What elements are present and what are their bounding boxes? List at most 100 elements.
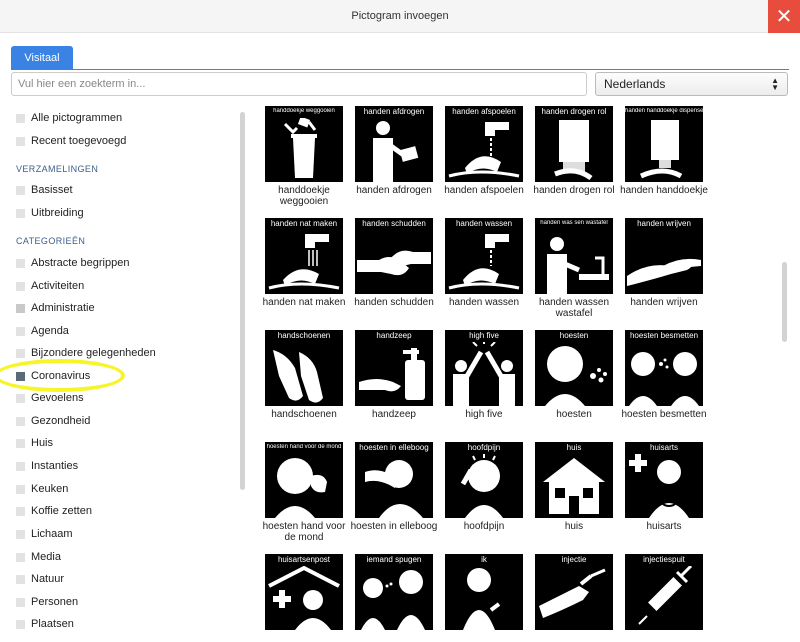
pictogram-item[interactable]: huisarts huisarts: [622, 442, 712, 532]
cough-elbow-icon: hoesten in elleboog: [355, 442, 433, 518]
sidebar-item-lichaam[interactable]: Lichaam: [16, 524, 73, 544]
sidebar-item-huis[interactable]: Huis: [16, 433, 53, 453]
sidebar-item-media[interactable]: Media: [16, 547, 61, 567]
spitting-icon: iemand spugen: [355, 554, 433, 630]
sidebar-item-gevoelens[interactable]: Gevoelens: [16, 388, 84, 408]
close-icon: ✕: [775, 5, 793, 28]
towel-dispenser-icon: handen handdoekje dispenser: [625, 106, 703, 182]
wetting-hands-icon: handen nat maken: [265, 218, 343, 294]
sidebar-item-agenda[interactable]: Agenda: [16, 321, 69, 341]
pictogram-item[interactable]: handen handdoekje dispenser handen handd…: [620, 106, 712, 196]
checkbox-icon: [16, 574, 25, 584]
close-button[interactable]: ✕: [768, 0, 800, 33]
checkbox-icon: [16, 529, 25, 539]
coughing-icon: hoesten: [535, 330, 613, 406]
sidebar-item-administratie[interactable]: Administratie: [16, 298, 95, 318]
pictogram-item[interactable]: high five high five: [442, 330, 532, 420]
pictogram-item[interactable]: handen drogen rol handen drogen rol: [532, 106, 622, 196]
pictogram-item[interactable]: injectie: [532, 554, 622, 633]
pictogram-item[interactable]: handen wassen handen wassen: [442, 218, 532, 308]
checkbox-icon: [16, 597, 25, 607]
syringe-icon: injectiespuit: [625, 554, 703, 630]
pictogram-item[interactable]: handschoenen handschoenen: [262, 330, 352, 420]
sidebar-item-activiteiten[interactable]: Activiteiten: [16, 276, 84, 296]
checkbox-icon: [16, 416, 25, 426]
sidebar-item-keuken[interactable]: Keuken: [16, 479, 68, 499]
pictogram-item[interactable]: handen wrijven handen wrijven: [622, 218, 712, 308]
checkbox-icon: [16, 303, 25, 313]
pictogram-item[interactable]: handdoekje weggooien handdoekje weggooie…: [262, 106, 352, 207]
pictogram-item[interactable]: hoesten hand voor de mond hoesten hand v…: [262, 442, 352, 543]
sidebar-item-recent-toegevoegd[interactable]: Recent toegevoegd: [16, 131, 126, 151]
sidebar-item-gezondheid[interactable]: Gezondheid: [16, 411, 90, 431]
drying-hands-icon: handen afdrogen: [355, 106, 433, 182]
pictogram-item[interactable]: handen schudden handen schudden: [352, 218, 442, 308]
washing-hands-icon: handen wassen: [445, 218, 523, 294]
doctor-icon: huisarts: [625, 442, 703, 518]
pictogram-item[interactable]: huis huis: [532, 442, 622, 532]
pictogram-item[interactable]: ik: [442, 554, 532, 633]
injection-icon: injectie: [535, 554, 613, 630]
pictogram-item[interactable]: handen nat maken handen nat maken: [262, 218, 352, 308]
sidebar-item-plaatsen[interactable]: Plaatsen: [16, 614, 74, 634]
pictogram-item[interactable]: hoofdpijn hoofdpijn: [442, 442, 532, 532]
checkbox-icon: [16, 348, 25, 358]
title-bar: Pictogram invoegen ✕: [0, 0, 800, 33]
sidebar-item-koffie-zetten[interactable]: Koffie zetten: [16, 501, 92, 521]
tab-visitaal[interactable]: Visitaal: [11, 46, 73, 70]
checkbox-icon: [16, 258, 25, 268]
pictogram-item[interactable]: hoesten hoesten: [532, 330, 622, 420]
sidebar-item-basisset[interactable]: Basisset: [16, 180, 73, 200]
pictogram-item[interactable]: handen afspoelen handen afspoelen: [442, 106, 532, 196]
checkbox-icon: [16, 208, 25, 218]
high-five-icon: high five: [445, 330, 523, 406]
window-title: Pictogram invoegen: [351, 10, 449, 22]
sidebar-item-uitbreiding[interactable]: Uitbreiding: [16, 203, 84, 223]
gloves-icon: handschoenen: [265, 330, 343, 406]
sidebar-item-instanties[interactable]: Instanties: [16, 456, 78, 476]
towel-roll-icon: handen drogen rol: [535, 106, 613, 182]
pictogram-item[interactable]: huisartsenpost: [262, 554, 352, 633]
grid-scrollbar[interactable]: [782, 262, 787, 342]
pictogram-item[interactable]: injectiespuit: [622, 554, 712, 633]
handshake-icon: handen schudden: [355, 218, 433, 294]
cough-hand-icon: hoesten hand voor de mond: [265, 442, 343, 518]
checkbox-icon: [16, 619, 25, 629]
pictogram-item[interactable]: hoesten in elleboog hoesten in elleboog: [351, 442, 442, 532]
checkbox-icon: [16, 371, 25, 381]
rinsing-hands-icon: handen afspoelen: [445, 106, 523, 182]
language-select-value: Nederlands: [604, 77, 666, 91]
sidebar-scrollbar[interactable]: [240, 112, 245, 490]
sidebar-item-alle-pictogrammen[interactable]: Alle pictogrammen: [16, 108, 122, 128]
categories-heading: CATEGORIEËN: [16, 236, 86, 246]
pictogram-item[interactable]: handen afdrogen handen afdrogen: [352, 106, 442, 196]
pictogram-item[interactable]: handen was sen wastafel handen wassen wa…: [532, 218, 622, 319]
sidebar-item-natuur[interactable]: Natuur: [16, 569, 64, 589]
checkbox-icon: [16, 326, 25, 336]
sidebar-item-abstracte-begrippen[interactable]: Abstracte begrippen: [16, 253, 129, 273]
sink-icon: handen was sen wastafel: [535, 218, 613, 294]
checkbox-icon: [16, 136, 25, 146]
pictogram-grid: handdoekje weggooien handdoekje weggooie…: [262, 104, 782, 642]
checkbox-icon: [16, 185, 25, 195]
sidebar: Alle pictogrammen Recent toegevoegd VERZ…: [0, 104, 238, 642]
sidebar-item-personen[interactable]: Personen: [16, 592, 78, 612]
sidebar-item-coronavirus[interactable]: Coronavirus: [16, 366, 90, 386]
sidebar-item-bijzondere-gelegenheden[interactable]: Bijzondere gelegenheden: [16, 343, 156, 363]
checkbox-icon: [16, 281, 25, 291]
pictogram-item[interactable]: iemand spugen: [352, 554, 442, 633]
me-icon: ik: [445, 554, 523, 630]
checkbox-icon: [16, 484, 25, 494]
checkbox-icon: [16, 461, 25, 471]
tab-underline: [11, 69, 789, 70]
rubbing-hands-icon: handen wrijven: [625, 218, 703, 294]
language-select[interactable]: Nederlands ▲ ▼: [595, 72, 788, 96]
pictogram-item[interactable]: hoesten besmetten hoesten besmetten: [621, 330, 712, 420]
cough-infect-icon: hoesten besmetten: [625, 330, 703, 406]
checkbox-icon: [16, 393, 25, 403]
soap-icon: handzeep: [355, 330, 433, 406]
search-input[interactable]: [11, 72, 587, 96]
collections-heading: VERZAMELINGEN: [16, 164, 99, 174]
pictogram-item[interactable]: handzeep handzeep: [352, 330, 442, 420]
checkbox-icon: [16, 552, 25, 562]
